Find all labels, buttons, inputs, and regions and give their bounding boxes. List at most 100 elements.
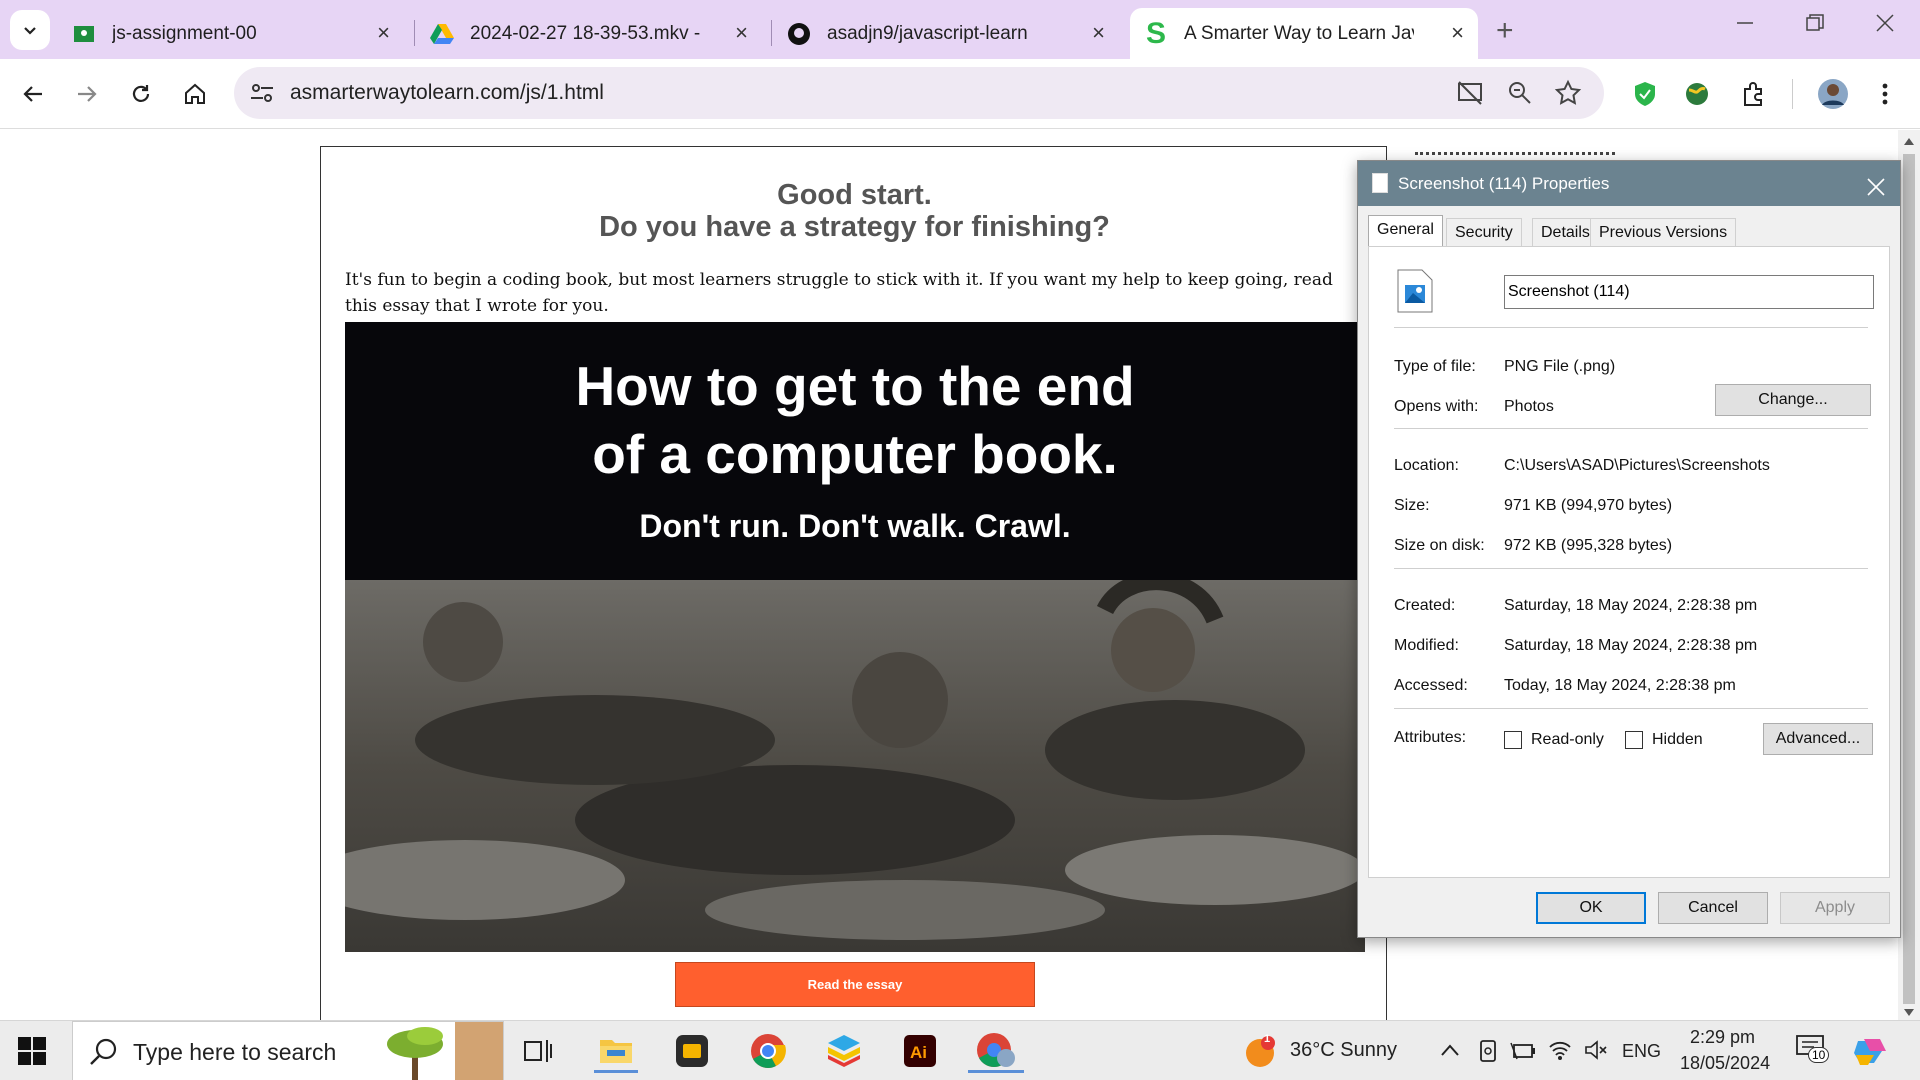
dotted-divider xyxy=(1415,152,1615,156)
volume-muted-icon[interactable] xyxy=(1584,1039,1608,1061)
clock-time[interactable]: 2:29 pm xyxy=(1690,1027,1755,1048)
dialog-title-bar[interactable]: Screenshot (114) Properties xyxy=(1358,161,1900,206)
toolbar-divider xyxy=(1792,79,1793,109)
window-close-icon[interactable] xyxy=(1876,12,1894,38)
size-on-disk-value: 972 KB (995,328 bytes) xyxy=(1504,537,1673,554)
new-tab-button[interactable]: + xyxy=(1496,14,1514,48)
battery-icon[interactable] xyxy=(1510,1041,1536,1061)
windows-start-icon[interactable] xyxy=(18,1037,46,1070)
cast-off-icon[interactable] xyxy=(1456,79,1484,112)
read-only-checkbox[interactable] xyxy=(1504,731,1522,749)
divider xyxy=(1394,568,1868,569)
weather-text[interactable]: 36°C Sunny xyxy=(1290,1039,1397,1062)
location-label: Location: xyxy=(1394,457,1459,474)
hidden-label: Hidden xyxy=(1652,731,1703,748)
apply-button[interactable]: Apply xyxy=(1780,892,1890,924)
tab-separator xyxy=(414,20,415,46)
notifications-icon[interactable]: 10 xyxy=(1796,1035,1830,1067)
dialog-tab-security[interactable]: Security xyxy=(1446,218,1522,246)
cancel-button[interactable]: Cancel xyxy=(1658,892,1768,924)
crawling-in-mud-photo xyxy=(345,580,1365,952)
language-indicator[interactable]: ENG xyxy=(1622,1041,1661,1062)
back-icon[interactable] xyxy=(16,77,50,111)
svg-text:Ai: Ai xyxy=(910,1043,927,1062)
browser-tab-strip: js-assignment-00 × 2024-02-27 18-39-53.m… xyxy=(0,0,1920,59)
minimize-icon[interactable] xyxy=(1736,12,1754,38)
tab-title: 2024-02-27 18-39-53.mkv - Goo xyxy=(470,22,700,44)
attributes-label: Attributes: xyxy=(1394,729,1467,746)
divider xyxy=(1394,428,1868,429)
taskbar-search-box[interactable]: Type here to search xyxy=(72,1021,504,1080)
chevron-up-icon[interactable] xyxy=(1440,1043,1460,1057)
change-button[interactable]: Change... xyxy=(1715,384,1871,416)
tab-js-assignment[interactable]: js-assignment-00 × xyxy=(58,8,404,59)
ok-button[interactable]: OK xyxy=(1536,892,1646,924)
chevron-down-icon xyxy=(24,27,36,35)
page-heading-line2: Do you have a strategy for finishing? xyxy=(599,211,1110,243)
shield-extension-icon[interactable] xyxy=(1628,77,1662,111)
wifi-icon[interactable] xyxy=(1548,1039,1572,1061)
restore-icon[interactable] xyxy=(1806,12,1824,38)
bluestacks-icon[interactable] xyxy=(822,1029,866,1073)
reload-icon[interactable] xyxy=(124,77,158,111)
weather-icon[interactable]: 1 xyxy=(1244,1033,1278,1074)
scroll-down-icon[interactable] xyxy=(1903,1008,1915,1018)
tab-separator xyxy=(771,20,772,46)
dialog-title: Screenshot (114) Properties xyxy=(1398,174,1610,193)
essay-banner-image[interactable]: How to get to the end of a computer book… xyxy=(345,322,1365,952)
google-drive-icon xyxy=(430,22,454,46)
file-explorer-icon[interactable] xyxy=(594,1029,638,1073)
close-icon[interactable]: × xyxy=(1451,21,1464,45)
read-essay-button[interactable]: Read the essay xyxy=(675,962,1035,1007)
tab-google-drive[interactable]: 2024-02-27 18-39-53.mkv - Goo × xyxy=(416,8,762,59)
copilot-icon[interactable] xyxy=(1852,1033,1888,1069)
adobe-illustrator-icon[interactable]: Ai xyxy=(898,1029,942,1073)
tab-title: A Smarter Way to Learn JavaScr xyxy=(1184,22,1414,44)
site-info-icon[interactable] xyxy=(248,79,276,112)
weather-badge: 1 xyxy=(1264,1033,1271,1045)
globe-extension-icon[interactable] xyxy=(1680,77,1714,111)
close-icon[interactable]: × xyxy=(1092,21,1105,45)
page-heading-line1: Good start. xyxy=(777,179,932,211)
tab-github[interactable]: asadjn9/javascript-learn × xyxy=(773,8,1119,59)
media-app-icon[interactable] xyxy=(670,1029,714,1073)
page-scrollbar[interactable] xyxy=(1898,130,1920,1020)
site-s-icon: S xyxy=(1145,16,1166,50)
search-icon xyxy=(90,1038,117,1065)
scrollbar-thumb[interactable] xyxy=(1903,154,1915,1004)
general-tab-panel: Screenshot (114) Type of file: PNG File … xyxy=(1368,246,1890,878)
bookmark-star-icon[interactable] xyxy=(1554,79,1582,112)
content-container: Good start. Do you have a strategy for f… xyxy=(320,146,1387,1020)
close-icon[interactable]: × xyxy=(735,21,748,45)
tab-search-button[interactable] xyxy=(10,10,50,50)
zoom-icon[interactable] xyxy=(1506,79,1534,112)
chrome-icon[interactable] xyxy=(746,1029,790,1073)
modified-label: Modified: xyxy=(1394,637,1459,654)
tab-smarter-way[interactable]: S A Smarter Way to Learn JavaScr × xyxy=(1130,8,1478,59)
advanced-button[interactable]: Advanced... xyxy=(1763,723,1873,755)
task-view-icon[interactable] xyxy=(516,1029,560,1073)
tab-title: asadjn9/javascript-learn xyxy=(827,22,1028,44)
home-icon[interactable] xyxy=(178,77,212,111)
modified-value: Saturday, 18 May 2024, 2:28:38 pm xyxy=(1504,637,1758,654)
file-name-input[interactable]: Screenshot (114) xyxy=(1504,275,1874,309)
dialog-close-icon[interactable] xyxy=(1866,169,1886,204)
scroll-up-icon[interactable] xyxy=(1903,136,1915,146)
properties-dialog: Screenshot (114) Properties General Secu… xyxy=(1357,160,1901,938)
extensions-puzzle-icon[interactable] xyxy=(1736,77,1770,111)
dialog-tab-details[interactable]: Details xyxy=(1532,218,1599,246)
chrome-profile-icon[interactable] xyxy=(968,1029,1024,1073)
forward-icon[interactable] xyxy=(70,77,104,111)
address-bar[interactable]: asmarterwaytolearn.com/js/1.html xyxy=(234,67,1604,119)
file-name-value: Screenshot (114) xyxy=(1508,283,1630,300)
dialog-tab-previous-versions[interactable]: Previous Versions xyxy=(1590,218,1737,246)
dialog-tab-general[interactable]: General xyxy=(1368,215,1443,247)
hidden-checkbox[interactable] xyxy=(1625,731,1643,749)
profile-avatar[interactable] xyxy=(1816,77,1850,111)
size-label: Size: xyxy=(1394,497,1430,514)
type-value: PNG File (.png) xyxy=(1504,358,1616,375)
pen-tablet-icon[interactable] xyxy=(1478,1039,1498,1063)
browser-menu-icon[interactable] xyxy=(1868,77,1902,111)
clock-date[interactable]: 18/05/2024 xyxy=(1680,1053,1770,1074)
close-icon[interactable]: × xyxy=(377,21,390,45)
